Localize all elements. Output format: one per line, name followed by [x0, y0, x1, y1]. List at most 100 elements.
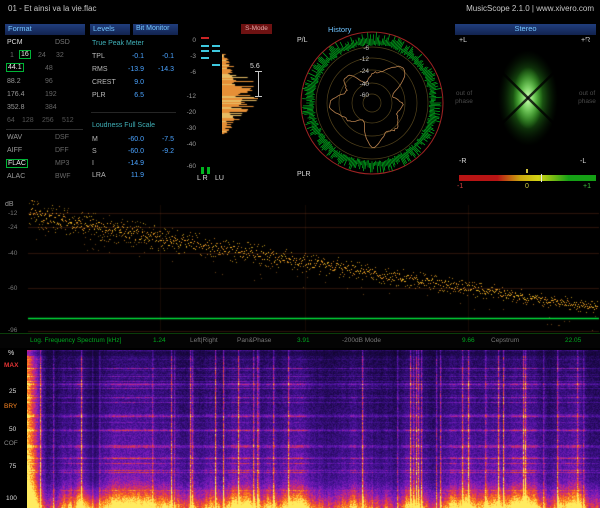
- history-pl-label: P/L: [297, 37, 308, 44]
- divider: [91, 112, 176, 113]
- level-row-label: CREST: [92, 79, 116, 86]
- bit-monitor-segment: [201, 50, 209, 52]
- deviation-marker: [258, 71, 259, 96]
- svg-text:-6: -6: [363, 45, 369, 52]
- spectrum-freq-tick: 1.24: [153, 337, 166, 344]
- correlation-zero-label: 0: [525, 183, 529, 190]
- correlation-indicator: [541, 174, 542, 182]
- format-rate-option: 96: [45, 78, 53, 85]
- spectrum-y-tick: -12: [8, 210, 17, 217]
- level-row-value: 9.0: [116, 79, 144, 86]
- loudness-row-label: S: [92, 148, 97, 155]
- format-dsd-label: DSD: [55, 39, 70, 46]
- level-row-label: RMS: [92, 66, 108, 73]
- format-dsd-rate-option: 256: [42, 117, 54, 124]
- meter-peak-tick: [207, 167, 210, 174]
- format-container-option-selected: FLAC: [6, 159, 28, 168]
- level-row-value: 6.5: [116, 92, 144, 99]
- loudness-row-value: 11.9: [116, 172, 144, 179]
- history-header: History: [328, 25, 351, 34]
- meter-scale-tick: 0: [178, 37, 196, 44]
- format-dsd-rate-option: 128: [22, 117, 34, 124]
- correlation-min-label: -1: [457, 183, 463, 190]
- musicscope-window: 01 - Et ainsi va la vie.flac MusicScope …: [0, 0, 600, 508]
- level-row-value: -0.1: [116, 53, 144, 60]
- loudness-title: Loudness Full Scale: [92, 122, 155, 129]
- format-panel: Format PCM DSD 1 16 24 32 44.1 48 88.2 9…: [5, 24, 85, 195]
- spectrum-y-tick: -60: [8, 285, 17, 292]
- levels-panel: Levels Bit Monitor True Peak Meter TPL -…: [90, 24, 178, 195]
- meter-lu-label: LU: [215, 175, 224, 182]
- meter-scale-tick: -12: [178, 93, 196, 100]
- correlation-meter: [459, 175, 596, 181]
- spectrum-freq-tick: 9.66: [462, 337, 475, 344]
- loudness-row-value: -9.2: [146, 148, 174, 155]
- level-row-label: PLR: [92, 92, 106, 99]
- format-container-option: BWF: [55, 173, 71, 180]
- mode-button-200db[interactable]: -200dB Mode: [342, 337, 381, 344]
- format-bit-option-selected: 16: [19, 50, 31, 59]
- spectrum-freq-tick: 22.05: [565, 337, 581, 344]
- format-rate-option: 352.8: [7, 104, 25, 111]
- histogram-value-label: 5.6: [250, 63, 260, 70]
- spectrogram-display: [27, 350, 600, 508]
- format-container-option: AIFF: [7, 147, 22, 154]
- format-container-option: ALAC: [7, 173, 25, 180]
- format-rate-option: 88.2: [7, 78, 21, 85]
- format-rate-option: 192: [45, 91, 57, 98]
- format-container-option: MP3: [55, 160, 69, 167]
- bit-monitor-segment: [201, 57, 209, 59]
- peak-hold-segment: [201, 37, 209, 39]
- format-bit-option: 32: [56, 52, 64, 59]
- meter-peak-tick: [201, 167, 204, 174]
- spectrum-plot: [0, 200, 600, 333]
- meter-scale-tick: -6: [178, 69, 196, 76]
- format-dsd-rate-option: 512: [62, 117, 74, 124]
- spectrogram-label-bry: BRY: [4, 403, 17, 410]
- meter-scale-tick: -30: [178, 125, 196, 132]
- spectrogram-label-cof: COF: [4, 440, 18, 447]
- mode-button-pan-phase[interactable]: Pan&Phase: [237, 337, 271, 344]
- bit-monitor-segment: [212, 64, 220, 66]
- history-polar-display: -6-12-24-40-60: [296, 28, 448, 178]
- svg-text:-40: -40: [360, 81, 370, 88]
- format-bit-option: 24: [38, 52, 46, 59]
- goniometer-display: [462, 36, 594, 162]
- level-row-value: -13.9: [116, 66, 144, 73]
- format-header: Format: [5, 24, 85, 35]
- meter-scale-tick: -20: [178, 109, 196, 116]
- loudness-row-value: -7.5: [146, 136, 174, 143]
- levels-header: Levels: [90, 24, 130, 35]
- spectrum-y-tick: -40: [8, 250, 17, 257]
- correlation-max-label: +1: [583, 183, 591, 190]
- meter-channels-label: L R: [197, 175, 208, 182]
- bit-monitor-segment: [212, 45, 220, 47]
- spectrogram-label-25: 25: [9, 388, 16, 395]
- true-peak-title: True Peak Meter: [92, 40, 144, 47]
- spectrogram-label-100: 100: [6, 495, 17, 502]
- format-container-option: DSF: [55, 134, 69, 141]
- svg-text:-60: -60: [360, 92, 370, 99]
- mode-button-cepstrum[interactable]: Cepstrum: [491, 337, 519, 344]
- bit-monitor-header: Bit Monitor: [133, 24, 178, 35]
- format-container-option: WAV: [7, 134, 22, 141]
- spectrum-y-tick: -24: [8, 224, 17, 231]
- meter-scale-tick: -60: [178, 163, 196, 170]
- format-container-option: DFF: [55, 147, 69, 154]
- format-rate-option-selected: 44.1: [6, 63, 24, 72]
- meter-scale-tick: -40: [178, 141, 196, 148]
- bit-monitor-segment: [212, 50, 220, 52]
- level-row-label: TPL: [92, 53, 105, 60]
- history-plr-label: PLR: [297, 171, 311, 178]
- svg-text:-24: -24: [360, 68, 370, 75]
- loudness-row-label: LRA: [92, 172, 106, 179]
- spectrum-axis-title: Log. Frequency Spectrum [kHz]: [30, 337, 121, 344]
- s-mode-button[interactable]: S-Mode: [241, 24, 272, 34]
- mode-button-left-right[interactable]: Left|Right: [190, 337, 218, 344]
- filename-label: 01 - Et ainsi va la vie.flac: [8, 4, 96, 13]
- correlation-zero-tick: [526, 169, 528, 173]
- level-row-value: -14.3: [146, 66, 174, 73]
- level-row-value: -0.1: [146, 53, 174, 60]
- loudness-row-value: -60.0: [116, 136, 144, 143]
- bit-monitor-segment: [201, 45, 209, 47]
